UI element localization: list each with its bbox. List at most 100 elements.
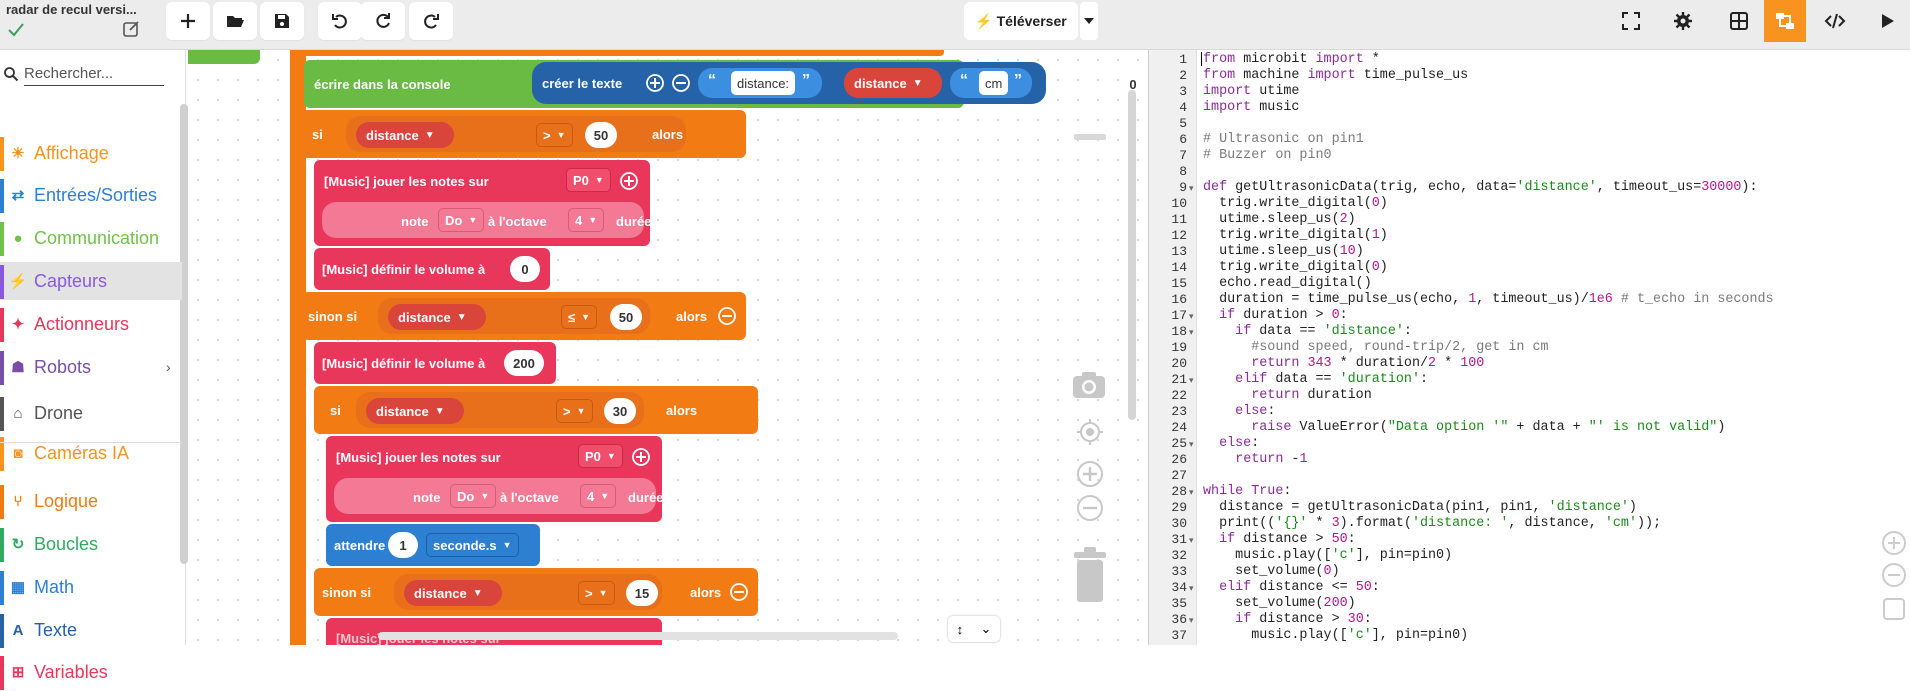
zoom-in-icon[interactable] <box>1881 530 1907 556</box>
pin-dropdown[interactable]: P0 ▼ <box>566 168 611 192</box>
fold-arrow-icon[interactable]: ▾ <box>1189 311 1194 322</box>
code-line[interactable]: else: <box>1203 436 1259 451</box>
add-note-icon[interactable] <box>632 448 650 466</box>
variable-distance-block[interactable]: distance ▼ <box>356 122 454 148</box>
recenter-icon[interactable] <box>1076 418 1104 446</box>
remove-condition-icon[interactable] <box>718 307 736 325</box>
copy-icon[interactable] <box>1881 596 1907 622</box>
code-line[interactable]: if distance > 50: <box>1203 532 1356 547</box>
pin-dropdown[interactable]: P0 ▼ <box>578 444 623 468</box>
number-field[interactable]: 50 <box>610 304 642 330</box>
code-line[interactable]: if distance > 30: <box>1203 612 1372 627</box>
run-button[interactable] <box>1866 0 1908 42</box>
code-line[interactable]: set_volume(0) <box>1203 564 1340 579</box>
workspace-horizontal-scrollbar[interactable] <box>378 632 898 640</box>
fullscreen-button[interactable] <box>1610 0 1652 42</box>
chevron-right-icon[interactable]: › <box>166 359 171 375</box>
code-line[interactable]: if duration > 0: <box>1203 308 1348 323</box>
search-input[interactable] <box>24 62 164 86</box>
octave-dropdown[interactable]: 4 ▼ <box>580 484 617 508</box>
edit-icon[interactable] <box>121 19 141 39</box>
upload-button[interactable]: ⚡ Téléverser <box>964 2 1078 40</box>
sidebar-category-texte[interactable]: A Texte <box>0 611 182 649</box>
add-note-icon[interactable] <box>620 172 638 190</box>
code-line[interactable]: import utime <box>1203 84 1299 99</box>
code-line[interactable]: else: <box>1203 404 1275 419</box>
project-name[interactable]: radar de recul versi... <box>6 2 151 17</box>
sidebar-category-robots[interactable]: ☗ Robots › <box>0 348 182 386</box>
code-line[interactable]: #sound speed, round-trip/2, get in cm <box>1203 340 1548 355</box>
code-line[interactable]: utime.sleep_us(10) <box>1203 244 1364 259</box>
sidebar-category-communication[interactable]: ● Communication <box>0 219 182 257</box>
operator-dropdown[interactable]: > ▼ <box>556 399 593 423</box>
note-dropdown[interactable]: Do ▼ <box>450 484 497 508</box>
upload-dropdown[interactable] <box>1080 2 1098 40</box>
volume-field[interactable]: 200 <box>504 350 544 376</box>
sidebar-category-logique[interactable]: ⑂ Logique <box>0 482 182 520</box>
resize-vertical-icon[interactable]: ↕ <box>957 622 964 637</box>
sidebar-category-affichage[interactable]: ☀ Affichage <box>0 134 182 172</box>
wait-unit-dropdown[interactable]: seconde.s ▼ <box>426 533 519 557</box>
number-field[interactable]: 50 <box>585 122 617 148</box>
python-code-editor[interactable]: 1 from microbit import * 2 from machine imp… <box>1148 50 1910 645</box>
workspace-vertical-scrollbar[interactable] <box>1128 90 1136 420</box>
settings-button[interactable] <box>1662 0 1704 42</box>
sidebar-category-caméras-ia[interactable]: ◙ Caméras IA <box>0 434 182 472</box>
sidebar-category-entrées-sorties[interactable]: ⇄ Entrées/Sorties <box>0 176 182 214</box>
green-block-fragment[interactable] <box>188 50 260 64</box>
code-line[interactable]: return -1 <box>1203 452 1307 467</box>
text-field[interactable]: distance: <box>731 71 796 95</box>
code-line[interactable]: if data == 'distance': <box>1203 324 1412 339</box>
code-line[interactable]: elif distance <= 50: <box>1203 580 1380 595</box>
variable-distance-block[interactable]: distance ▼ <box>844 68 942 98</box>
sidebar-category-boucles[interactable]: ↻ Boucles <box>0 525 182 563</box>
operator-dropdown[interactable]: ≤ ▼ <box>561 305 598 329</box>
code-line[interactable]: return duration <box>1203 388 1372 403</box>
code-line[interactable]: music.play(['c'], pin=pin0) <box>1203 628 1468 643</box>
trash-icon[interactable] <box>1072 546 1108 604</box>
code-line[interactable]: music.play(['c'], pin=pin0) <box>1203 548 1452 563</box>
code-line[interactable]: from machine import time_pulse_us <box>1203 68 1468 83</box>
code-view-button[interactable] <box>1814 0 1856 42</box>
redo-button[interactable] <box>409 2 453 40</box>
undo-button[interactable] <box>318 2 362 40</box>
operator-dropdown[interactable]: > ▼ <box>578 581 615 605</box>
remove-item-icon[interactable] <box>1052 74 1070 92</box>
code-line[interactable]: from microbit import * <box>1203 52 1380 67</box>
code-line[interactable]: # Ultrasonic on pin1 <box>1203 132 1364 147</box>
number-field[interactable]: 15 <box>626 580 658 606</box>
fold-arrow-icon[interactable]: ▾ <box>1189 615 1194 626</box>
sidebar-category-capteurs[interactable]: ⚡ Capteurs <box>0 262 182 300</box>
code-line[interactable]: return 343 * duration/2 * 100 <box>1203 356 1484 371</box>
sidebar-category-drone[interactable]: ⌂ Drone <box>0 394 182 432</box>
fold-arrow-icon[interactable]: ▾ <box>1189 487 1194 498</box>
variable-distance-block[interactable]: distance ▼ <box>404 580 502 606</box>
code-line[interactable]: duration = time_pulse_us(echo, 1, timeou… <box>1203 292 1774 307</box>
remove-item-icon[interactable] <box>672 74 690 92</box>
loop-block-top[interactable] <box>302 50 944 56</box>
variable-distance-block[interactable]: distance ▼ <box>388 304 486 330</box>
note-dropdown[interactable]: Do ▼ <box>438 208 485 232</box>
code-line[interactable]: utime.sleep_us(2) <box>1203 212 1356 227</box>
code-line[interactable]: trig.write_digital(0) <box>1203 196 1388 211</box>
octave-dropdown[interactable]: 4 ▼ <box>568 208 605 232</box>
fold-arrow-icon[interactable]: ▾ <box>1189 583 1194 594</box>
new-button[interactable] <box>166 2 210 40</box>
code-line[interactable]: while True: <box>1203 484 1291 499</box>
zoom-in-icon[interactable] <box>1076 460 1104 488</box>
code-line[interactable]: import music <box>1203 100 1299 115</box>
panel-resize-control[interactable]: ↕ ⌄ <box>948 616 1000 642</box>
sidebar-category-actionneurs[interactable]: ✦ Actionneurs <box>0 305 182 343</box>
code-line[interactable]: raise ValueError("Data option '" + data … <box>1203 420 1725 435</box>
code-line[interactable]: distance = getUltrasonicData(pin1, pin1,… <box>1203 500 1637 515</box>
fold-arrow-icon[interactable]: ▾ <box>1189 327 1194 338</box>
sidebar-category-math[interactable]: ▦ Math <box>0 568 182 606</box>
zoom-out-icon[interactable] <box>1076 494 1104 522</box>
volume-field[interactable]: 0 <box>510 256 540 282</box>
fold-arrow-icon[interactable]: ▾ <box>1189 439 1194 450</box>
code-line[interactable]: # Buzzer on pin0 <box>1203 148 1332 163</box>
operator-dropdown[interactable]: > ▼ <box>536 123 573 147</box>
code-line[interactable]: trig.write_digital(0) <box>1203 260 1388 275</box>
chevron-down-icon[interactable]: ⌄ <box>980 621 991 637</box>
refresh-button[interactable] <box>361 2 405 40</box>
